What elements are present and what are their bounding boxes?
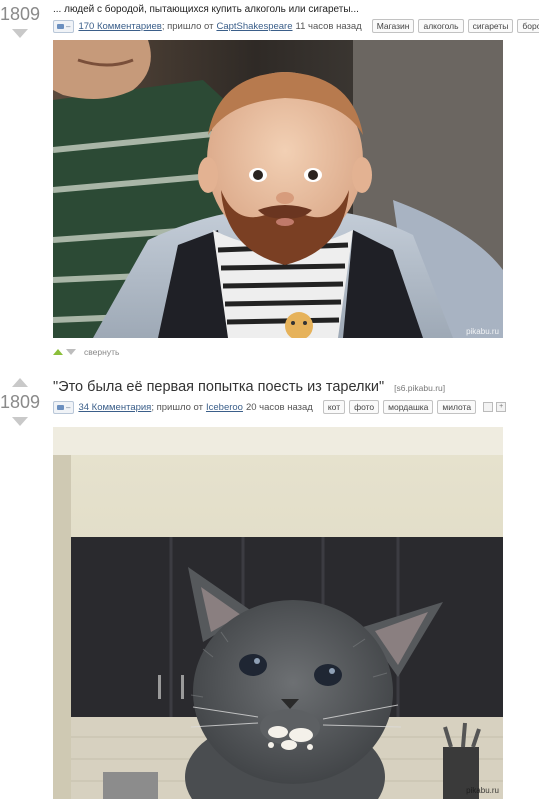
image-watermark: pikabu.ru — [466, 786, 499, 795]
post-image-baby[interactable]: pikabu.ru — [53, 40, 503, 338]
collapse-link[interactable]: свернуть — [84, 347, 119, 357]
tag[interactable]: сигареты — [467, 19, 514, 33]
plus-icon[interactable]: + — [496, 402, 507, 412]
post-time: 20 часов назад — [245, 401, 313, 413]
vote-down-arrow[interactable] — [12, 417, 28, 426]
author-link[interactable]: Iceberoo — [206, 402, 243, 413]
tag[interactable]: Магазин — [371, 19, 415, 33]
vote-up-arrow[interactable] — [12, 378, 28, 387]
post-title: "Это была её первая попытка поесть из та… — [53, 379, 445, 395]
post-rating: 1809 — [0, 4, 41, 24]
camera-icon — [57, 404, 64, 410]
post-2: 1809 "Это была её первая попытка поесть … — [0, 370, 539, 799]
via-text: ; пришло от — [161, 20, 214, 32]
author-link[interactable]: CaptShakespeare — [216, 21, 292, 32]
post-meta: – 34 Комментария ; пришло от Iceberoo 20… — [53, 400, 507, 414]
tag[interactable]: алкоголь — [418, 19, 464, 33]
via-text: ; пришло от — [151, 401, 203, 413]
tag[interactable]: борода — [517, 19, 539, 33]
image-watermark: pikabu.ru — [466, 327, 499, 336]
comments-link[interactable]: 34 Комментария — [78, 402, 151, 413]
badge-text: – — [66, 21, 71, 31]
post-domain: [s6.pikabu.ru] — [394, 383, 446, 393]
post-description: ... людей с бородой, пытающихся купить а… — [53, 4, 359, 15]
vote-down-arrow[interactable] — [12, 29, 28, 38]
post-time: 11 часов назад — [295, 20, 362, 32]
kitten-photo — [53, 427, 503, 799]
badge-text: – — [66, 402, 71, 412]
collapse-row: свернуть — [53, 347, 119, 357]
tag[interactable]: милота — [437, 400, 477, 414]
tag[interactable]: кот — [322, 400, 346, 414]
tag[interactable]: фото — [349, 400, 380, 414]
camera-icon — [57, 23, 64, 29]
post-1: 1809 ... людей с бородой, пытающихся куп… — [0, 0, 539, 360]
vote-up-small-icon[interactable] — [53, 349, 63, 355]
post-image-kitten[interactable]: pikabu.ru — [53, 427, 503, 799]
post-meta: – 170 Комментариев ; пришло от CaptShake… — [53, 19, 539, 33]
comments-badge[interactable]: – — [53, 400, 75, 414]
vote-down-small-icon[interactable] — [66, 349, 76, 355]
save-icon[interactable] — [483, 402, 494, 412]
post-rating: 1809 — [0, 392, 41, 412]
comments-link[interactable]: 170 Комментариев — [78, 21, 161, 32]
post-title-text[interactable]: "Это была её первая попытка поесть из та… — [53, 379, 384, 395]
comments-badge[interactable]: – — [53, 19, 75, 33]
baby-with-beard-photo — [53, 40, 503, 338]
tag[interactable]: мордашка — [383, 400, 434, 414]
